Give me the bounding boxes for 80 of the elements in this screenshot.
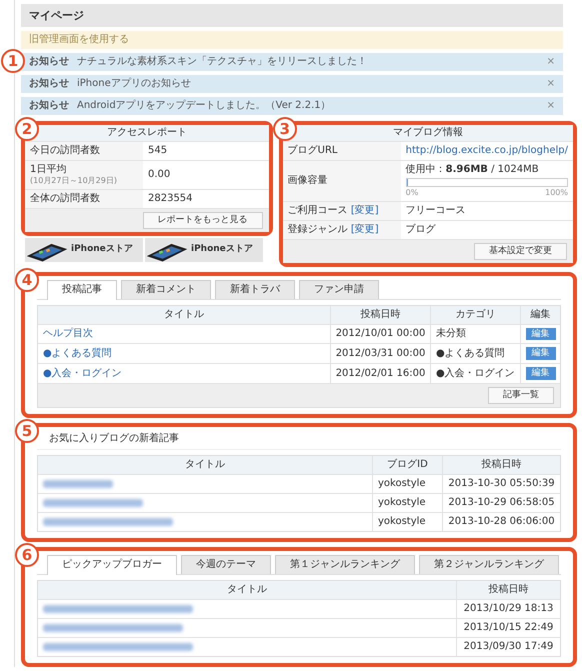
table-cell: 2013-10-29 06:58:05 — [442, 494, 560, 512]
tab[interactable]: 投稿記事 — [47, 280, 117, 300]
settings-button[interactable]: 基本設定で変更 — [474, 242, 567, 260]
row-value: 545 — [148, 145, 168, 158]
banner-title: iPhoneストア — [191, 244, 253, 255]
column-header: 投稿日時 — [456, 580, 560, 599]
tab[interactable]: 第２ジャンルランキング — [419, 554, 559, 574]
callout-number: 2 — [15, 117, 39, 142]
row-label: 全体の訪問者数 — [30, 192, 100, 205]
post-title-link[interactable]: ヘルプ目次 — [43, 328, 93, 340]
table-cell: 2012/03/31 00:00 — [330, 344, 430, 364]
row-value: 2823554 — [148, 192, 193, 205]
row-label: 1日平均 — [30, 164, 66, 176]
announcement-label: お知らせ — [29, 56, 69, 68]
blurred-text — [43, 480, 113, 488]
announcement-label: お知らせ — [29, 100, 69, 112]
change-link[interactable]: [変更] — [350, 224, 379, 236]
column-header: ブログID — [372, 456, 442, 474]
date-range: (10月27日～10月29日) — [30, 176, 117, 186]
column-header: 編集 — [520, 306, 560, 324]
row-label: 今日の訪問者数 — [30, 145, 100, 158]
tab[interactable]: 新着トラバ — [215, 280, 295, 299]
table-cell: 2013/09/30 17:49 — [456, 638, 560, 656]
tab[interactable]: ピックアップブロガー — [47, 554, 177, 575]
table-cell: yokostyle — [372, 512, 442, 531]
edit-button[interactable]: 編集 — [526, 328, 556, 340]
row-label: 登録ジャンル — [288, 224, 348, 236]
table-cell: 2013/10/29 18:13 — [456, 600, 560, 618]
edit-button[interactable]: 編集 — [526, 347, 556, 360]
blog-url-link[interactable]: http://blog.excite.co.jp/bloghelp/ — [406, 145, 568, 158]
panel-title: アクセスレポート — [106, 127, 187, 138]
tab[interactable]: 今週のテーマ — [181, 554, 271, 574]
table-cell: yokostyle — [372, 494, 442, 512]
row-label: ご利用コース — [288, 204, 348, 217]
page-title: マイページ — [29, 9, 84, 22]
row-value: 0.00 — [148, 168, 170, 181]
table-cell: 2012/10/01 00:00 — [330, 324, 430, 344]
tab[interactable]: ファン申請 — [299, 280, 379, 299]
callout-number: 3 — [272, 117, 297, 142]
store-banner[interactable]: iPhoneストア — [145, 238, 263, 262]
table-cell: yokostyle — [372, 474, 442, 493]
report-button[interactable]: レポートをもっと見る — [142, 212, 263, 229]
post-title-link[interactable]: ●よくある質問 — [43, 348, 112, 360]
column-header: 投稿日時 — [442, 456, 560, 474]
callout-number: 1 — [1, 49, 25, 74]
column-header: タイトル — [38, 456, 372, 474]
callout-number: 5 — [15, 418, 39, 443]
panel-title: マイブログ情報 — [392, 127, 463, 138]
table-cell: 未分類 — [430, 324, 520, 344]
post-title-link[interactable]: ●入会・ログイン — [43, 368, 122, 380]
section-title: お気に入りブログの新着記事 — [37, 430, 561, 450]
row-label: 画像容量 — [288, 174, 328, 187]
announcement-link[interactable]: ナチュラルな素材系スキン「テクスチャ」をリリースしました！ — [77, 56, 539, 68]
store-banner[interactable]: iPhoneストア — [25, 238, 143, 262]
row-value: フリーコース — [406, 204, 466, 217]
announcement-label: お知らせ — [29, 78, 69, 90]
announcement-link[interactable]: iPhoneアプリのお知らせ — [77, 78, 539, 90]
tab[interactable]: 第１ジャンルランキング — [275, 554, 415, 574]
table-cell: 2013-10-28 06:06:00 — [442, 512, 560, 531]
post-list-button[interactable]: 記事一覧 — [488, 386, 554, 404]
table-cell: 2013/10/15 22:49 — [456, 618, 560, 637]
banner-title: iPhoneストア — [71, 244, 133, 255]
column-header: カテゴリ — [430, 306, 520, 324]
legacy-link[interactable]: 旧管理画面を使用する — [29, 34, 129, 46]
column-header: 投稿日時 — [330, 306, 430, 324]
table-cell: 2013-10-30 05:50:39 — [442, 474, 560, 493]
edit-button[interactable]: 編集 — [526, 367, 556, 380]
announcement-link[interactable]: Androidアプリをアップデートしました。（Ver 2.2.1） — [77, 100, 539, 112]
column-header: タイトル — [38, 306, 330, 324]
row-value: ブログ — [406, 224, 436, 236]
callout-number: 4 — [15, 268, 39, 292]
change-link[interactable]: [変更] — [350, 204, 379, 217]
row-label: ブログURL — [288, 145, 338, 158]
tab[interactable]: 新着コメント — [121, 280, 211, 299]
callout-number: 6 — [15, 542, 39, 567]
usage-text: 使用中：8.96MB / 1024MB — [406, 164, 540, 176]
column-header: タイトル — [38, 580, 456, 599]
scale-label: 100% — [545, 188, 568, 198]
table-cell: ●よくある質問 — [430, 344, 520, 364]
scale-label: 0% — [406, 188, 418, 198]
